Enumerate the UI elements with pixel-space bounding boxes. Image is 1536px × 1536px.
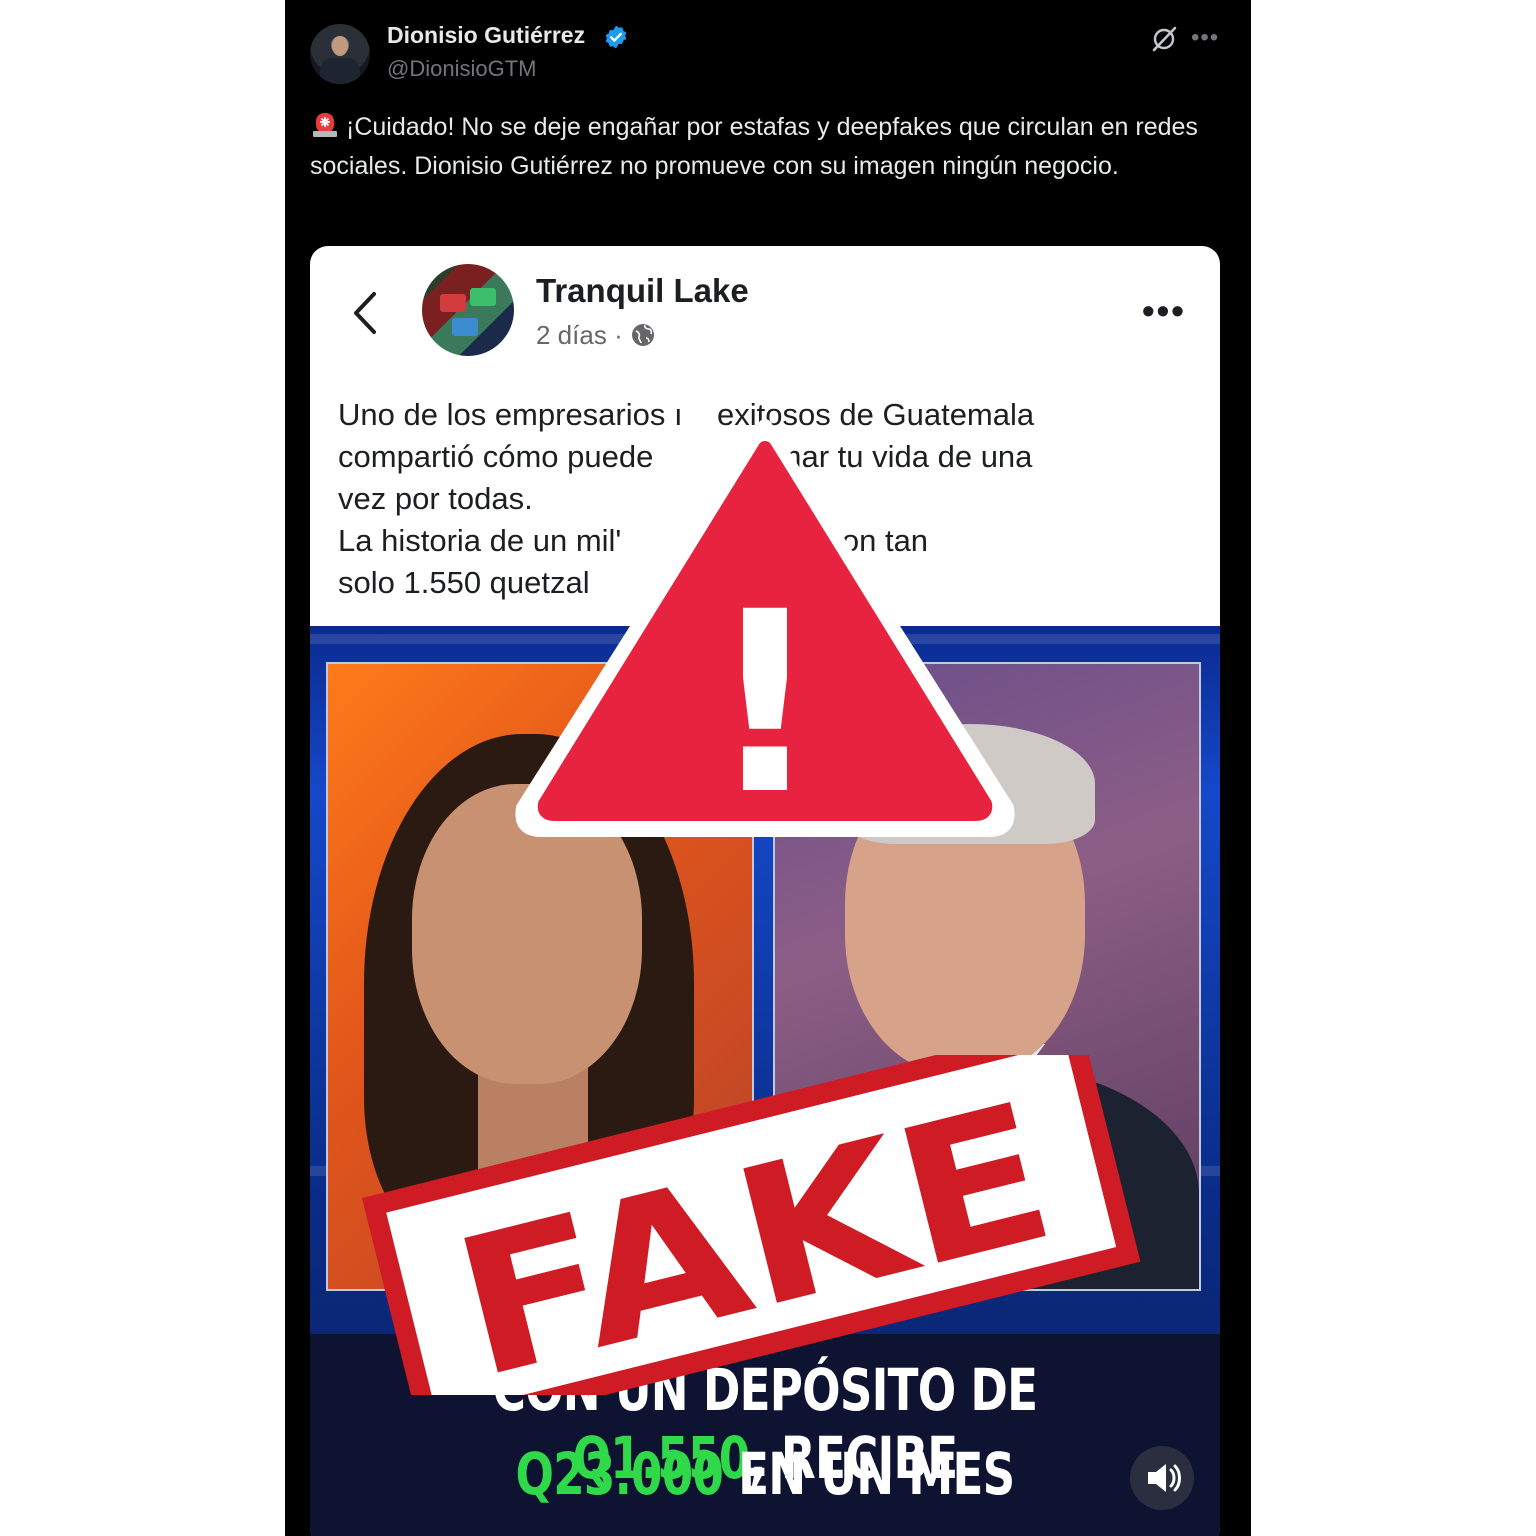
more-horizontal-icon: ••• — [1142, 290, 1186, 331]
warning-triangle-icon: ! — [515, 419, 1015, 838]
banner-text: EN UN MES — [723, 1440, 1015, 1508]
avatar-chip — [452, 318, 478, 336]
more-icon[interactable]: ••• — [1191, 24, 1219, 52]
avatar-chip — [470, 288, 496, 306]
tweet-text: ¡Cuidado! No se deje engañar por estafas… — [310, 113, 1198, 180]
post-time: 2 días — [536, 320, 607, 350]
back-chevron-icon — [354, 292, 376, 334]
page-avatar — [422, 264, 514, 356]
avatar-body — [320, 58, 360, 84]
globe-icon — [631, 324, 654, 346]
verified-badge-icon — [605, 25, 627, 49]
siren-emoji-icon — [313, 113, 337, 137]
author-name[interactable]: Dionisio Gutiérrez — [387, 22, 585, 49]
author-avatar[interactable] — [310, 24, 370, 84]
meta-separator: · — [614, 320, 623, 350]
volume-button[interactable] — [1130, 1446, 1194, 1510]
banner-amount: Q23.000 — [515, 1440, 724, 1508]
volume-icon — [1148, 1464, 1181, 1492]
avatar-face — [332, 36, 348, 56]
post-meta: 2 días · — [536, 320, 656, 351]
author-handle[interactable]: @DionisioGTM — [387, 56, 536, 82]
fake-stamp: FAKE — [361, 1055, 1141, 1395]
avatar-chip — [440, 294, 466, 312]
warning-mark: ! — [708, 558, 822, 838]
page-name: Tranquil Lake — [536, 272, 749, 309]
grok-icon[interactable] — [1149, 24, 1179, 54]
banner-line-2: Q23.000 EN UN MES — [410, 1440, 1120, 1508]
tweet-body: ¡Cuidado! No se deje engañar por estafas… — [310, 108, 1230, 186]
